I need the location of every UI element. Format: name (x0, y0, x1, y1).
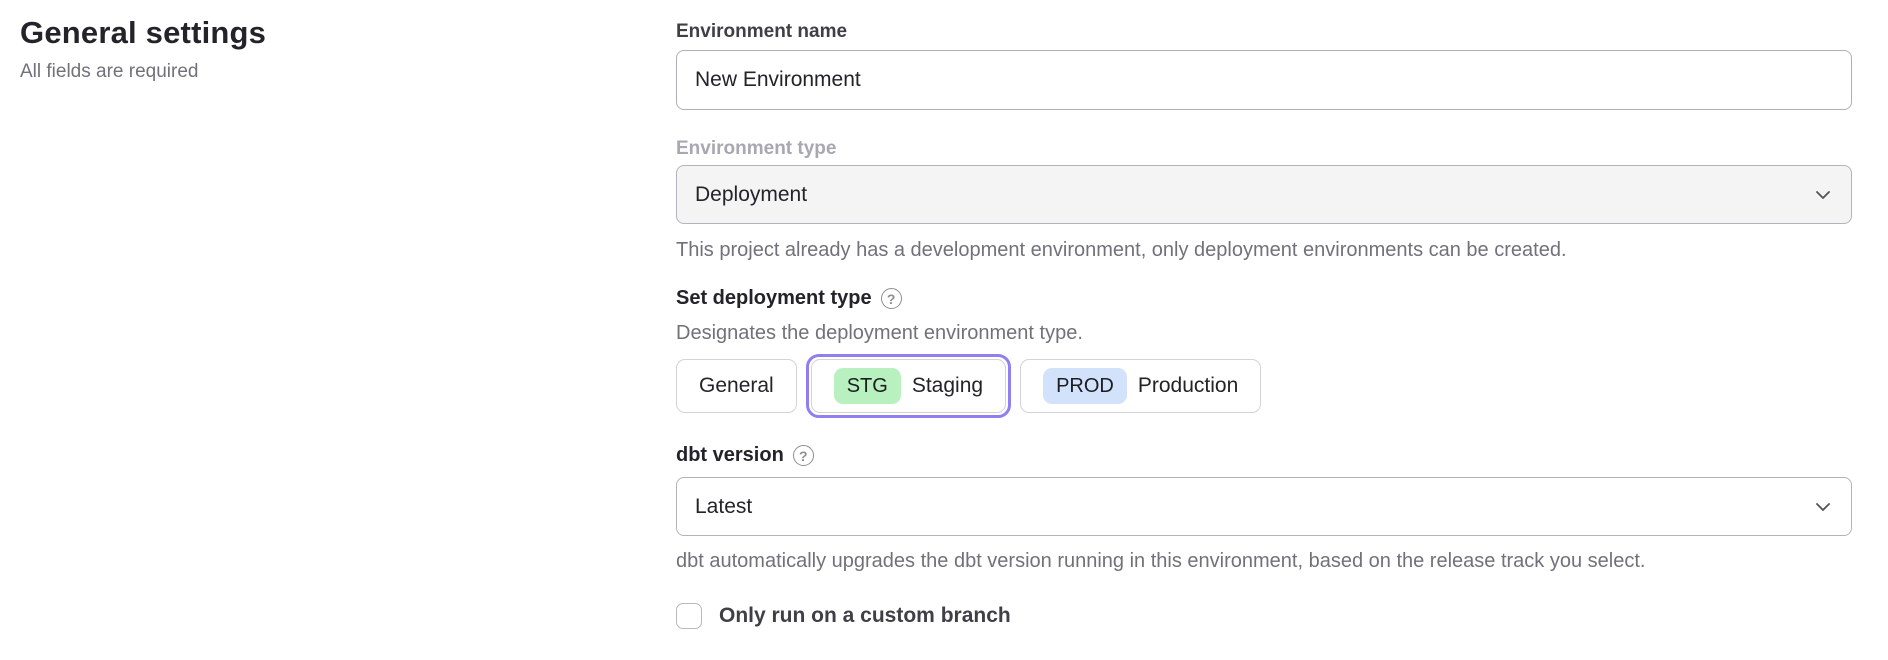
environment-name-input[interactable] (676, 50, 1852, 110)
staging-badge: STG (834, 368, 901, 404)
environment-type-value: Deployment (695, 183, 807, 207)
environment-type-helper: This project already has a development e… (676, 237, 1852, 263)
deployment-type-label-row: Set deployment type ? (676, 285, 1852, 312)
dbt-version-helper: dbt automatically upgrades the dbt versi… (676, 548, 1852, 574)
dbt-version-label-row: dbt version ? (676, 442, 1852, 469)
dbt-version-label: dbt version (676, 442, 784, 469)
environment-name-label: Environment name (676, 20, 1852, 44)
chevron-down-icon (1815, 190, 1831, 200)
page-subtitle: All fields are required (20, 59, 266, 85)
custom-branch-checkbox[interactable] (676, 603, 702, 629)
environment-type-label: Environment type (676, 137, 1852, 161)
production-button-label: Production (1138, 374, 1238, 398)
deployment-type-production-button[interactable]: PROD Production (1020, 359, 1261, 413)
deployment-type-label: Set deployment type (676, 285, 872, 312)
help-icon[interactable]: ? (793, 445, 814, 466)
page-header: General settings All fields are required (20, 12, 266, 85)
production-badge: PROD (1043, 368, 1127, 404)
chevron-down-icon (1815, 502, 1831, 512)
dbt-version-select[interactable]: Latest (676, 477, 1852, 536)
environment-type-select: Deployment (676, 165, 1852, 224)
staging-selected-ring[interactable]: STG Staging (806, 354, 1011, 418)
staging-button-label: Staging (912, 374, 983, 398)
dbt-version-value: Latest (695, 495, 752, 519)
deployment-type-options: General STG Staging PROD Production (676, 354, 1852, 418)
page-title: General settings (20, 12, 266, 54)
environment-settings-page: General settings All fields are required… (0, 0, 1888, 660)
custom-branch-label[interactable]: Only run on a custom branch (719, 604, 1011, 628)
general-button-label: General (699, 374, 774, 398)
custom-branch-row: Only run on a custom branch (676, 602, 1852, 630)
deployment-type-general-button[interactable]: General (676, 359, 797, 413)
deployment-type-staging-button[interactable]: STG Staging (811, 359, 1006, 413)
help-icon[interactable]: ? (881, 288, 902, 309)
general-settings-form: Environment name Environment type Deploy… (676, 20, 1852, 630)
deployment-type-helper: Designates the deployment environment ty… (676, 320, 1852, 346)
